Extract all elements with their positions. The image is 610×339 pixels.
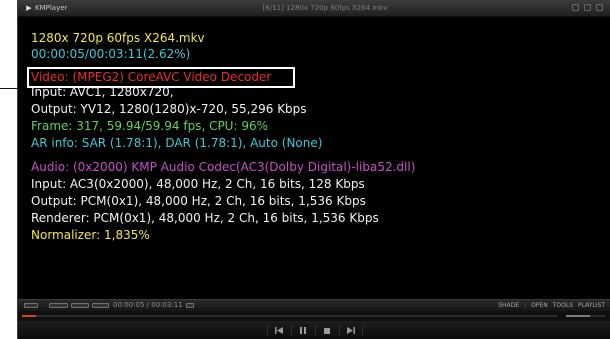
time-readout: 00:00:05 / 00:03:11: [113, 301, 183, 309]
next-icon[interactable]: [338, 325, 363, 336]
strip-menu: SHADE | OPEN TOOLS PLAYLIST: [498, 301, 605, 310]
osd-spacer: [31, 152, 601, 159]
menu-divider: |: [524, 302, 527, 309]
osd-video-decoder-line: Video: (MPEG2) CoreAVC Video Decoder: [27, 67, 601, 88]
osd-normalizer: Normalizer: 1,835%: [31, 228, 150, 242]
app-logo-icon[interactable]: ▶: [23, 3, 35, 13]
volume-slider[interactable]: [566, 315, 606, 317]
osd-frame: Frame: 317, 59.94/59.94 fps, CPU: 96%: [31, 119, 268, 133]
close-icon[interactable]: [596, 4, 603, 11]
seek-track[interactable]: [22, 315, 558, 317]
osd-file-name: 1280x 720p 60fps X264.mkv: [31, 31, 205, 45]
video-mode-icon[interactable]: [71, 303, 89, 308]
osd-info-panel: 1280x 720p 60fps X264.mkv 00:00:05/00:03…: [27, 30, 601, 244]
seek-progress: [22, 315, 37, 317]
transport-buttons: [18, 325, 610, 336]
transport-bar: [18, 321, 610, 339]
playlist-button[interactable]: PLAYLIST: [578, 301, 605, 310]
window-title: [6/11] 1280x 720p 60fps X264.mkv: [262, 4, 388, 12]
shade-button[interactable]: SHADE: [498, 301, 519, 310]
osd-audio-input: Input: AC3(0x2000), 48,000 Hz, 2 Ch, 16 …: [31, 177, 365, 191]
osd-renderer: Renderer: PCM(0x1), 48,000 Hz, 2 Ch, 16 …: [31, 211, 379, 225]
screen-size-icon[interactable]: [186, 303, 194, 308]
maximize-icon[interactable]: [584, 4, 591, 11]
osd-video-output: Output: YV12, 1280(1280)x-720, 55,296 Kb…: [31, 102, 307, 116]
video-area[interactable]: 1280x 720p 60fps X264.mkv 00:00:05/00:03…: [18, 17, 610, 299]
seekbar[interactable]: [18, 311, 610, 321]
window-controls: [572, 4, 603, 11]
osd-audio-output: Output: PCM(0x1), 48,000 Hz, 2 Ch, 16 bi…: [31, 194, 366, 208]
app-name: KMPlayer: [35, 4, 68, 12]
callout-line: [0, 88, 18, 89]
stop-icon[interactable]: [314, 325, 339, 336]
osd-audio-codec: Audio: (0x2000) KMP Audio Codec(AC3(Dolb…: [31, 160, 416, 174]
pause-icon[interactable]: [290, 325, 315, 336]
open-button[interactable]: OPEN: [531, 301, 548, 310]
control-strip: 00:00:05 / 00:03:11 SHADE | OPEN TOOLS P…: [18, 299, 610, 311]
previous-icon[interactable]: [266, 325, 291, 336]
subtitle-mode-icon[interactable]: [92, 303, 109, 308]
osd-ar-info: AR info: SAR (1.78:1), DAR (1.78:1), Aut…: [31, 136, 323, 150]
volume-level: [566, 315, 590, 317]
title-bar[interactable]: ▶ KMPlayer [6/11] 1280x 720p 60fps X264.…: [18, 0, 610, 17]
osd-video-input: Input: AVC1, 1280x720,: [31, 85, 174, 99]
screenshot: ▶ KMPlayer [6/11] 1280x 720p 60fps X264.…: [0, 0, 610, 339]
osd-position: 00:00:05/00:03:11(2.62%): [31, 47, 191, 61]
audio-mode-icon[interactable]: [49, 303, 68, 308]
menu-icon[interactable]: [24, 303, 38, 308]
minimize-icon[interactable]: [572, 4, 579, 11]
tools-button[interactable]: TOOLS: [553, 301, 573, 310]
player-window: ▶ KMPlayer [6/11] 1280x 720p 60fps X264.…: [17, 0, 610, 339]
